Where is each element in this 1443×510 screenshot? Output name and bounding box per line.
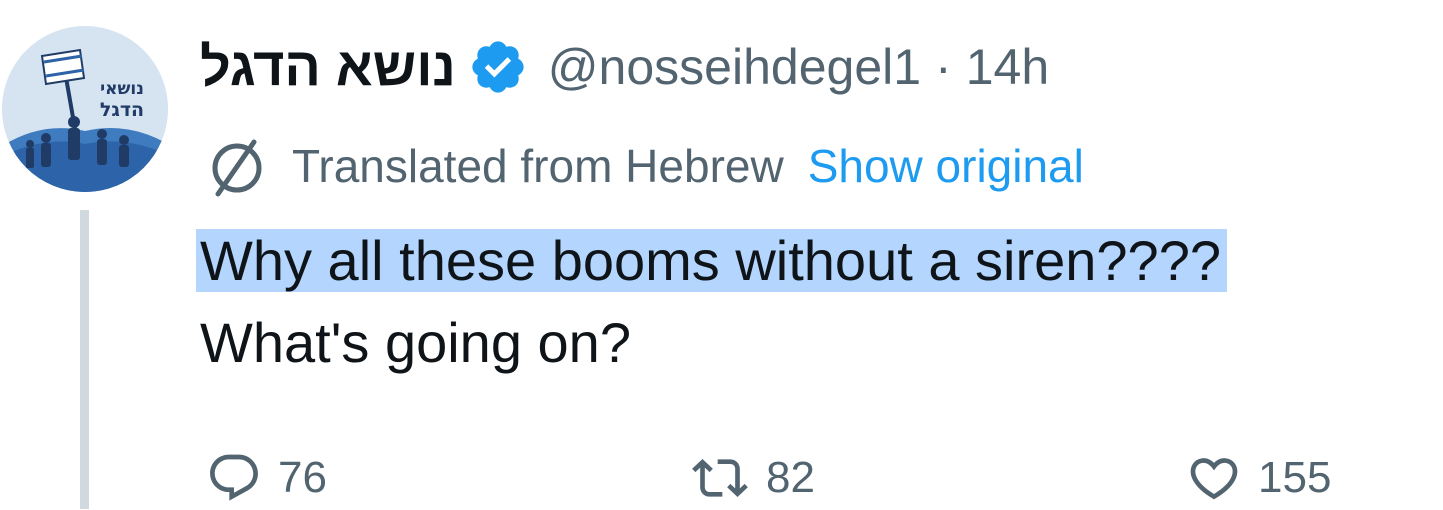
action-bar: 76 82 155 <box>200 450 1440 510</box>
retweet-count: 82 <box>766 453 815 502</box>
reply-icon <box>210 454 258 501</box>
avatar[interactable]: נושאי הדגל <box>2 26 168 192</box>
verified-badge-icon <box>472 41 524 93</box>
translated-label: Translated from Hebrew <box>292 140 784 192</box>
svg-text:הדגל: הדגל <box>100 99 144 121</box>
reply-button[interactable]: 76 <box>206 450 327 506</box>
show-original-link[interactable]: Show original <box>808 139 1084 193</box>
avatar-logo-icon: נושאי הדגל <box>2 26 168 192</box>
heart-icon <box>1190 458 1238 500</box>
like-button[interactable]: 155 <box>1186 450 1331 506</box>
tweet-text: Why all these booms without a siren???? … <box>196 220 1227 384</box>
reply-count: 76 <box>278 453 327 502</box>
timestamp[interactable]: 14h <box>966 38 1049 96</box>
translation-notice: Translated from Hebrew Show original <box>204 136 1084 197</box>
display-name[interactable]: נושא הדגל <box>200 36 456 98</box>
retweet-icon <box>692 459 748 497</box>
thread-connector-line <box>80 210 89 509</box>
tweet-header: נושא הדגל @nosseihdegel1 · 14h <box>200 32 1049 102</box>
svg-text:נושאי: נושאי <box>100 79 144 99</box>
tweet-text-line-1: Why all these booms without a siren???? <box>196 229 1227 292</box>
separator-dot: · <box>935 39 952 95</box>
translate-globe-icon <box>212 139 262 197</box>
retweet-button[interactable]: 82 <box>690 450 815 506</box>
like-count: 155 <box>1258 453 1332 502</box>
user-handle[interactable]: @nosseihdegel1 <box>548 38 921 96</box>
tweet-text-line-2: What's going on? <box>200 311 631 374</box>
